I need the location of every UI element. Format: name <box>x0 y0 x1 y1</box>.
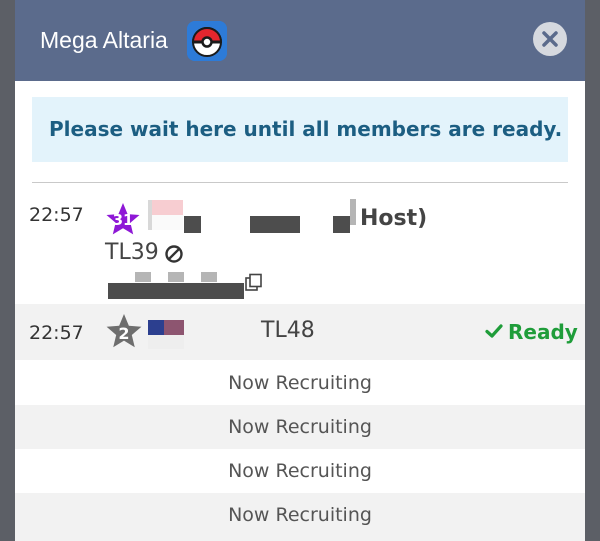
join-time: 22:57 <box>29 322 84 344</box>
open-slot: Now Recruiting <box>228 460 372 482</box>
country-flag <box>148 320 184 349</box>
block-icon <box>165 245 183 263</box>
redacted-name <box>350 199 356 225</box>
close-button[interactable] <box>533 22 567 56</box>
check-icon <box>485 324 503 338</box>
ready-label: Ready <box>508 320 578 344</box>
open-slot: Now Recruiting <box>228 504 372 526</box>
trainer-level-text: TL39 <box>105 240 159 265</box>
redacted-name <box>333 216 350 233</box>
redacted-code <box>201 272 217 282</box>
copy-icon[interactable] <box>244 273 264 293</box>
open-slot: Now Recruiting <box>228 416 372 438</box>
trainer-level-badge: 2 <box>118 324 130 343</box>
redacted-code <box>135 272 151 282</box>
redacted-code <box>108 283 244 299</box>
trainer-level-badge: 31 <box>112 211 134 229</box>
open-slot: Now Recruiting <box>228 372 372 394</box>
raid-lobby-dialog: Mega Altaria Please wait here until all … <box>15 0 585 541</box>
dialog-header: Mega Altaria <box>15 0 585 81</box>
trainer-level-text: TL48 <box>261 318 315 343</box>
close-icon <box>542 31 558 47</box>
redacted-name <box>250 216 300 233</box>
country-flag <box>148 200 183 230</box>
dialog-title: Mega Altaria <box>40 27 168 53</box>
join-time: 22:57 <box>29 204 84 226</box>
host-label: Host) <box>360 206 428 231</box>
redacted-code <box>168 272 184 282</box>
redacted-name <box>184 216 201 233</box>
pokeball-icon <box>187 21 227 61</box>
ready-status: Ready <box>485 320 578 344</box>
divider <box>32 182 568 183</box>
wait-notice: Please wait here until all members are r… <box>32 97 568 162</box>
